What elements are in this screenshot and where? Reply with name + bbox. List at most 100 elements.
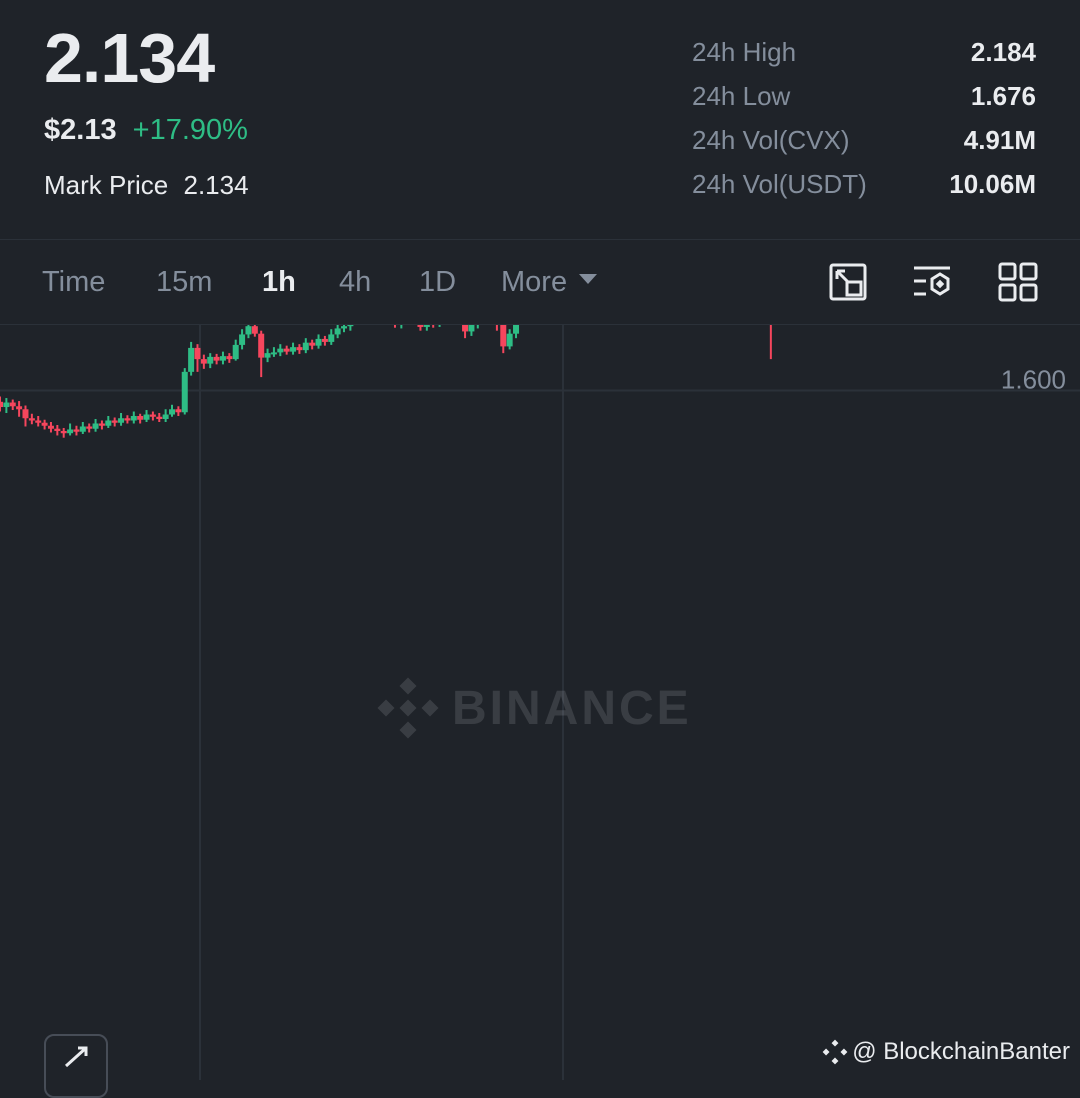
stat-value: 1.676 bbox=[970, 80, 1036, 111]
candle-down bbox=[54, 428, 61, 431]
candle-up bbox=[143, 414, 150, 420]
candle-up bbox=[245, 326, 252, 335]
stat-row-vol-quote: 24h Vol(USDT) 10.06M bbox=[692, 162, 1036, 206]
candle-up bbox=[468, 325, 475, 332]
candle-up bbox=[79, 426, 86, 432]
candle-down bbox=[251, 326, 258, 334]
binance-logo-icon bbox=[377, 677, 439, 739]
candle-down bbox=[175, 409, 182, 413]
candle-down bbox=[258, 333, 265, 358]
price-header: 2.134 $2.13 +17.90% Mark Price 2.134 24h… bbox=[0, 0, 1080, 240]
candle-up bbox=[219, 356, 226, 361]
exchange-watermark: BINANCE bbox=[376, 676, 692, 740]
candle-down bbox=[124, 418, 131, 421]
candle-down bbox=[137, 416, 144, 420]
candle-down bbox=[500, 325, 507, 347]
candle-down bbox=[98, 423, 105, 426]
candle-up bbox=[162, 414, 169, 419]
expand-icon bbox=[64, 1046, 88, 1068]
watermark-text: BINANCE bbox=[452, 681, 692, 735]
candle-down bbox=[226, 356, 233, 360]
chart-type-icon[interactable] bbox=[828, 262, 868, 302]
candle-down bbox=[28, 418, 35, 421]
candle-up bbox=[423, 325, 430, 327]
mark-price-label: Mark Price bbox=[44, 170, 169, 200]
tab-more-label: More bbox=[501, 266, 568, 298]
candle-down bbox=[462, 325, 469, 332]
candle-down bbox=[35, 420, 42, 423]
tab-time[interactable]: Time bbox=[42, 266, 105, 299]
candle-down bbox=[417, 325, 424, 327]
caret-down-icon bbox=[579, 274, 598, 285]
usd-price-line: $2.13 +17.90% bbox=[44, 114, 248, 147]
candle-up bbox=[277, 348, 284, 353]
candle-down bbox=[0, 401, 3, 408]
candle-down bbox=[200, 359, 207, 364]
candle-up bbox=[341, 326, 348, 329]
mark-price: Mark Price 2.134 bbox=[44, 170, 249, 201]
candle-down bbox=[296, 347, 303, 351]
stat-label: 24h Vol(CVX) bbox=[692, 124, 850, 155]
candle-down bbox=[9, 402, 16, 407]
stat-value: 10.06M bbox=[949, 168, 1036, 199]
candle-up bbox=[92, 423, 99, 429]
stat-label: 24h Vol(USDT) bbox=[692, 168, 867, 199]
candle-up bbox=[513, 325, 520, 334]
fullscreen-button[interactable] bbox=[44, 1034, 108, 1098]
tab-15m[interactable]: 15m bbox=[156, 266, 212, 299]
candle-down bbox=[213, 356, 220, 361]
last-price: 2.134 bbox=[44, 19, 215, 97]
candle-up bbox=[3, 402, 10, 408]
candle-down bbox=[156, 416, 163, 419]
candle-up bbox=[315, 338, 322, 346]
candle-down bbox=[16, 406, 23, 410]
stat-row-vol-base: 24h Vol(CVX) 4.91M bbox=[692, 118, 1036, 162]
candle-down bbox=[86, 426, 93, 429]
usd-price: $2.13 bbox=[44, 114, 117, 146]
stat-label: 24h Low bbox=[692, 80, 791, 111]
author-credit: @ BlockchainBanter bbox=[822, 1038, 1070, 1066]
candle-down bbox=[309, 342, 316, 346]
candle-up bbox=[67, 429, 74, 434]
candle-up bbox=[290, 347, 297, 352]
candle-up bbox=[181, 371, 188, 413]
candle-up bbox=[232, 344, 239, 360]
grid-layout-icon[interactable] bbox=[998, 262, 1038, 302]
candle-up bbox=[270, 352, 277, 355]
tab-1h[interactable]: 1h bbox=[262, 266, 296, 299]
stats-panel: 24h High 2.184 24h Low 1.676 24h Vol(CVX… bbox=[692, 30, 1036, 206]
candle-down bbox=[283, 348, 290, 352]
candle-up bbox=[130, 416, 137, 421]
candle-up bbox=[169, 409, 176, 415]
indicator-settings-icon[interactable] bbox=[912, 262, 952, 302]
candle-down bbox=[149, 414, 156, 417]
candle-down bbox=[321, 338, 328, 342]
candle-up bbox=[302, 342, 309, 351]
candle-down bbox=[60, 430, 67, 434]
stat-value: 2.184 bbox=[970, 36, 1036, 67]
candle-up bbox=[118, 418, 125, 423]
candle-up bbox=[264, 353, 271, 358]
tab-4h[interactable]: 4h bbox=[339, 266, 371, 299]
mark-price-value: 2.134 bbox=[183, 170, 249, 200]
candle-up bbox=[328, 334, 335, 342]
price-change-percent: +17.90% bbox=[132, 114, 248, 146]
candle-up bbox=[506, 333, 513, 347]
interval-tabs: Time 15m 1h 4h 1D More bbox=[0, 240, 1080, 324]
candle-up bbox=[347, 325, 354, 327]
tab-1d[interactable]: 1D bbox=[419, 266, 456, 299]
credit-text: @ BlockchainBanter bbox=[852, 1038, 1070, 1065]
candle-down bbox=[47, 425, 54, 429]
stat-row-high: 24h High 2.184 bbox=[692, 30, 1036, 74]
stat-label: 24h High bbox=[692, 36, 797, 67]
candle-up bbox=[188, 347, 195, 372]
candle-down bbox=[73, 429, 80, 432]
y-tick-label: 1.600 bbox=[1001, 365, 1066, 395]
tab-more[interactable]: More bbox=[501, 266, 598, 299]
candle-up bbox=[105, 420, 112, 426]
candle-down bbox=[41, 422, 48, 426]
stat-value: 4.91M bbox=[963, 124, 1036, 155]
candle-up bbox=[334, 328, 341, 335]
candle-down bbox=[194, 347, 201, 360]
candle-down bbox=[22, 409, 29, 419]
